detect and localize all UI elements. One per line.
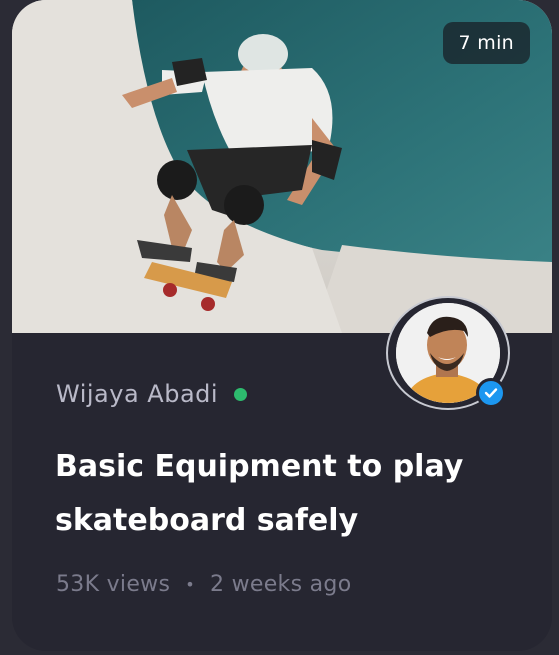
author-name[interactable]: Wijaya Abadi bbox=[56, 380, 218, 408]
verified-badge-icon bbox=[476, 378, 506, 408]
views-count: 53K views bbox=[56, 572, 171, 597]
article-card[interactable]: 7 min Wijaya Abadi Basic Equipment to pl… bbox=[12, 0, 552, 651]
duration-badge: 7 min bbox=[442, 22, 530, 64]
online-status-icon bbox=[234, 387, 248, 401]
author-row: Wijaya Abadi bbox=[56, 380, 248, 408]
hero-image: 7 min bbox=[12, 0, 552, 333]
article-title[interactable]: Basic Equipment to play skateboard safel… bbox=[55, 440, 495, 548]
meta-separator: • bbox=[185, 575, 195, 594]
posted-time: 2 weeks ago bbox=[210, 572, 352, 597]
article-meta: 53K views • 2 weeks ago bbox=[56, 572, 351, 597]
